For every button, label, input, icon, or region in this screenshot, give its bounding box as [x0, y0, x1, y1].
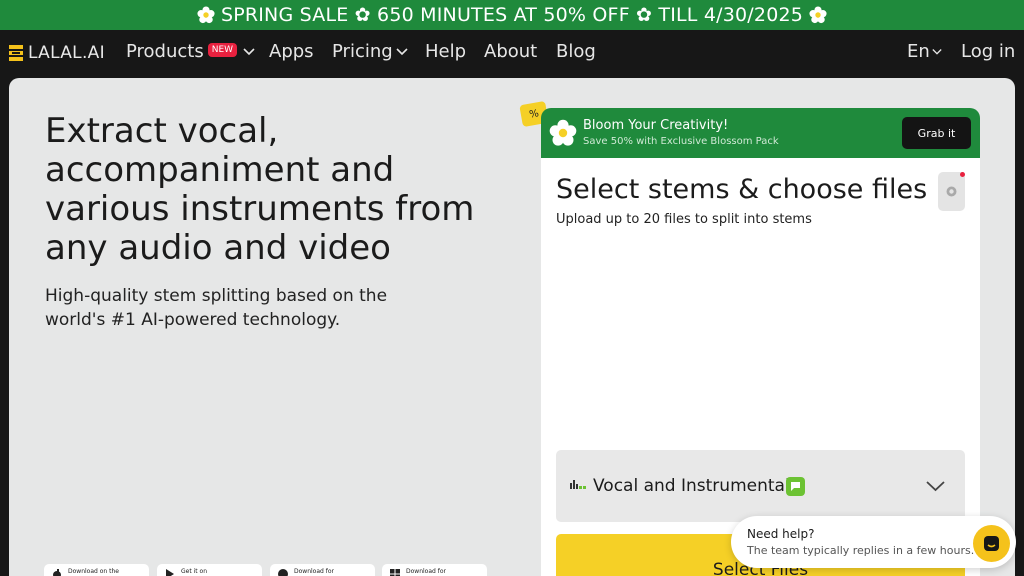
- stem-type-label: Vocal and Instrumental: [593, 476, 790, 496]
- login-label: Log in: [961, 41, 1016, 62]
- message-icon: [791, 482, 800, 491]
- logo[interactable]: LALAL.AI: [9, 43, 105, 63]
- promo-card-subtitle: Save 50% with Exclusive Blossom Pack: [583, 136, 779, 147]
- settings-button[interactable]: [938, 172, 965, 211]
- play-store-icon: [166, 569, 174, 576]
- logo-icon: [9, 45, 23, 61]
- windows-download-badge[interactable]: Download for: [382, 564, 487, 576]
- nav-help-label: Help: [425, 41, 467, 62]
- chevron-down-icon: [396, 47, 408, 55]
- top-nav: LALAL.AI Products NEW Apps Pricing Help …: [0, 30, 1024, 76]
- nav-apps[interactable]: Apps: [269, 41, 314, 62]
- chevron-down-icon: [926, 481, 945, 492]
- macos-download-badge[interactable]: Download for: [270, 564, 375, 576]
- grab-it-button[interactable]: Grab it: [902, 117, 971, 149]
- hero-subtitle: High-quality stem splitting based on the…: [45, 286, 388, 330]
- help-chat-subtitle: The team typically replies in a few hour…: [747, 544, 975, 557]
- windows-icon: [390, 569, 400, 576]
- chevron-down-icon: [932, 48, 942, 55]
- logo-text: LALAL.AI: [28, 43, 105, 63]
- macos-icon: [278, 569, 288, 576]
- login-link[interactable]: Log in: [961, 41, 1015, 62]
- chat-icon: [984, 536, 999, 551]
- chevron-down-icon: [243, 47, 255, 55]
- stem-badge: [786, 477, 805, 496]
- hero-title: Extract vocal, accompaniment and various…: [45, 111, 475, 268]
- nav-about-label: About: [484, 41, 538, 62]
- uploader-title: Select stems & choose files: [556, 174, 928, 205]
- store-label: Download for: [294, 568, 334, 575]
- promo-banner[interactable]: SPRING SALE ✿ 650 MINUTES AT 50% OFF ✿ T…: [0, 0, 1024, 30]
- flower-icon: [549, 119, 577, 146]
- new-badge: NEW: [207, 42, 238, 57]
- store-label: Download on the: [68, 568, 119, 575]
- app-store-badge[interactable]: Download on the: [44, 564, 149, 576]
- store-label: Download for: [406, 568, 446, 575]
- waveform-icon: [570, 480, 586, 489]
- nav-blog-label: Blog: [556, 41, 596, 62]
- nav-help[interactable]: Help: [425, 41, 466, 62]
- flower-icon: [809, 6, 827, 24]
- nav-blog[interactable]: Blog: [556, 41, 596, 62]
- nav-products-label: Products: [126, 41, 204, 62]
- nav-products[interactable]: Products NEW: [126, 41, 255, 62]
- nav-about[interactable]: About: [484, 41, 537, 62]
- flower-icon: [197, 6, 215, 24]
- language-label: En: [907, 41, 930, 62]
- promo-card-title: Bloom Your Creativity!: [583, 118, 729, 133]
- gear-icon: [946, 186, 957, 197]
- chat-button[interactable]: [973, 525, 1010, 562]
- nav-pricing[interactable]: Pricing: [332, 41, 408, 62]
- google-play-badge[interactable]: Get it on: [157, 564, 262, 576]
- promo-text: SPRING SALE ✿ 650 MINUTES AT 50% OFF ✿ T…: [220, 4, 804, 26]
- store-label: Get it on: [181, 568, 208, 575]
- help-chat-title: Need help?: [747, 527, 815, 541]
- apple-icon: [53, 569, 61, 576]
- nav-apps-label: Apps: [269, 41, 314, 62]
- notification-dot: [960, 172, 965, 177]
- nav-pricing-label: Pricing: [332, 41, 393, 62]
- uploader-subtitle: Upload up to 20 files to split into stem…: [556, 212, 812, 227]
- language-selector[interactable]: En: [907, 41, 942, 62]
